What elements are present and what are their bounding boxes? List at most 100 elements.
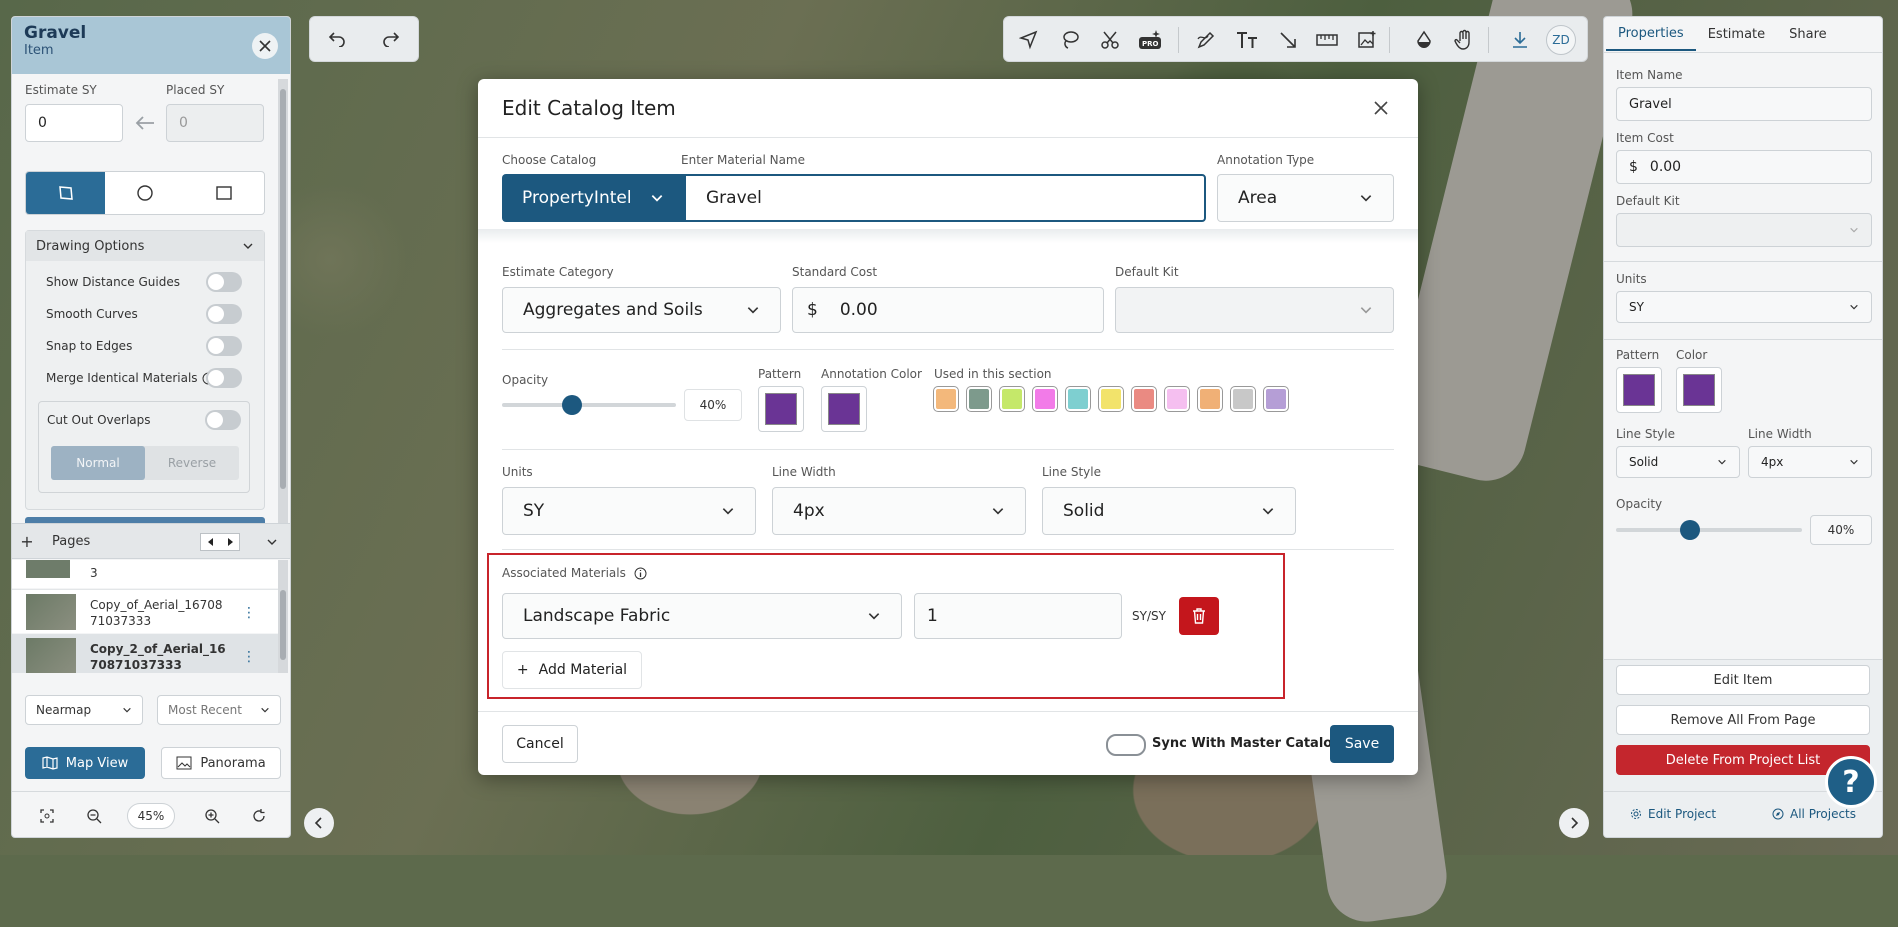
pattern-picker[interactable] [1616,367,1662,413]
annotation-type-select[interactable]: Area [1217,174,1394,222]
map-view-button[interactable]: Map View [25,747,145,779]
estimate-sy-input[interactable]: 0 [25,104,123,142]
opacity-input[interactable]: 40% [684,389,742,421]
standard-cost-input[interactable]: $ 0.00 [792,287,1104,333]
chevron-right-icon[interactable] [1559,808,1589,838]
used-color-swatch[interactable] [1264,387,1288,411]
used-color-swatch[interactable] [1132,387,1156,411]
merge-identical-materials-toggle[interactable] [206,368,242,388]
pages-scrollbar[interactable] [278,560,288,673]
used-color-swatch[interactable] [1231,387,1255,411]
cut-out-overlaps-toggle[interactable] [205,410,241,430]
used-color-swatch[interactable] [1099,387,1123,411]
all-projects-link[interactable]: All Projects [1772,807,1856,821]
used-color-swatch[interactable] [1066,387,1090,411]
zoom-in-icon[interactable] [204,808,220,824]
reverse-mode-button[interactable]: Reverse [145,446,239,480]
page-item[interactable]: 3 [12,560,278,588]
units-select[interactable]: SY [502,487,756,535]
tab-share[interactable]: Share [1777,17,1839,51]
scissors-icon[interactable] [1100,30,1120,50]
panorama-button[interactable]: Panorama [161,747,281,779]
next-page-button[interactable] [220,534,239,550]
user-avatar[interactable]: ZD [1546,25,1576,55]
more-vertical-icon[interactable]: ⋮ [242,605,256,621]
material-name-input[interactable]: Gravel [684,174,1206,222]
polygon-tool-button[interactable] [26,172,106,214]
annotation-color-picker[interactable] [821,386,867,432]
select-pointer-icon[interactable] [1019,30,1039,50]
sync-master-catalog-toggle[interactable] [1106,734,1146,756]
add-material-button[interactable]: + Add Material [502,651,642,689]
info-icon[interactable] [634,567,647,580]
zoom-level[interactable]: 45% [127,802,175,829]
close-panel-button[interactable] [252,33,278,59]
smooth-curves-toggle[interactable] [206,304,242,324]
show-distance-guides-toggle[interactable] [206,272,242,292]
default-kit-select[interactable] [1616,213,1872,247]
redo-button[interactable] [364,17,418,61]
zoom-out-icon[interactable] [86,808,102,824]
prev-page-button[interactable] [201,534,220,550]
default-kit-select[interactable] [1115,287,1394,333]
line-style-select[interactable]: Solid [1042,487,1296,535]
ai-detect-pro-icon[interactable]: PRO [1138,29,1164,51]
text-size-icon[interactable] [1236,30,1258,50]
color-picker[interactable] [1676,367,1722,413]
ruler-icon[interactable] [1316,31,1338,49]
used-color-swatch[interactable] [1198,387,1222,411]
cancel-button[interactable]: Cancel [502,725,578,763]
fit-screen-icon[interactable] [40,808,54,823]
normal-mode-button[interactable]: Normal [51,446,145,480]
more-vertical-icon[interactable]: ⋮ [242,649,256,665]
opacity-slider[interactable] [502,395,676,415]
save-button[interactable]: Save [1330,725,1394,763]
used-color-swatch[interactable] [934,387,958,411]
edit-item-button[interactable]: Edit Item [1616,665,1870,695]
lasso-icon[interactable] [1060,30,1080,50]
fill-drop-icon[interactable] [1414,30,1434,50]
imagery-date-select[interactable]: Most Recent [157,695,281,725]
snap-to-edges-toggle[interactable] [206,336,242,356]
item-cost-input[interactable]: $ 0.00 [1616,150,1872,184]
opacity-slider[interactable] [1616,520,1802,540]
pattern-picker[interactable] [758,386,804,432]
associated-qty-input[interactable]: 1 [914,593,1122,639]
remove-all-from-page-button[interactable]: Remove All From Page [1616,705,1870,735]
used-color-swatch[interactable] [1000,387,1024,411]
scrollbar[interactable] [278,79,288,535]
line-width-select[interactable]: 4px [1748,446,1872,478]
arrow-tool-icon[interactable] [1278,30,1298,50]
drawing-options-header[interactable]: Drawing Options [26,231,264,261]
image-add-icon[interactable] [1357,30,1377,50]
tab-estimate[interactable]: Estimate [1696,17,1777,51]
line-style-select[interactable]: Solid [1616,446,1740,478]
circle-tool-button[interactable] [105,172,184,214]
scrollbar-thumb[interactable] [280,590,286,660]
edit-project-link[interactable]: Edit Project [1630,807,1716,821]
page-item-selected[interactable]: Copy_2_of_Aerial_16 70871037333 ⋮ [12,634,278,673]
chevron-down-icon[interactable] [266,536,278,548]
item-name-input[interactable]: Gravel [1616,87,1872,121]
catalog-select[interactable]: PropertyIntel [502,174,684,222]
associated-material-select[interactable]: Landscape Fabric [502,593,902,639]
imagery-source-select[interactable]: Nearmap [25,695,143,725]
opacity-slider-thumb[interactable] [561,395,582,415]
estimate-category-select[interactable]: Aggregates and Soils [502,287,781,333]
units-select[interactable]: SY [1616,291,1872,323]
download-icon[interactable] [1510,30,1530,50]
add-page-button[interactable]: + [12,532,42,551]
page-item[interactable]: Copy_of_Aerial_16708 71037333 ⋮ [12,589,278,633]
undo-button[interactable] [310,17,364,61]
opacity-input[interactable]: 40% [1810,515,1872,545]
scrollbar-thumb[interactable] [280,89,286,489]
used-color-swatch[interactable] [1165,387,1189,411]
opacity-slider-thumb[interactable] [1680,520,1701,540]
reset-rotation-icon[interactable] [252,808,266,823]
close-modal-button[interactable] [1374,101,1388,115]
used-color-swatch[interactable] [1033,387,1057,411]
draw-pen-icon[interactable] [1196,30,1216,50]
rectangle-tool-button[interactable] [185,172,264,214]
line-width-select[interactable]: 4px [772,487,1026,535]
help-button[interactable]: ? [1825,756,1877,808]
